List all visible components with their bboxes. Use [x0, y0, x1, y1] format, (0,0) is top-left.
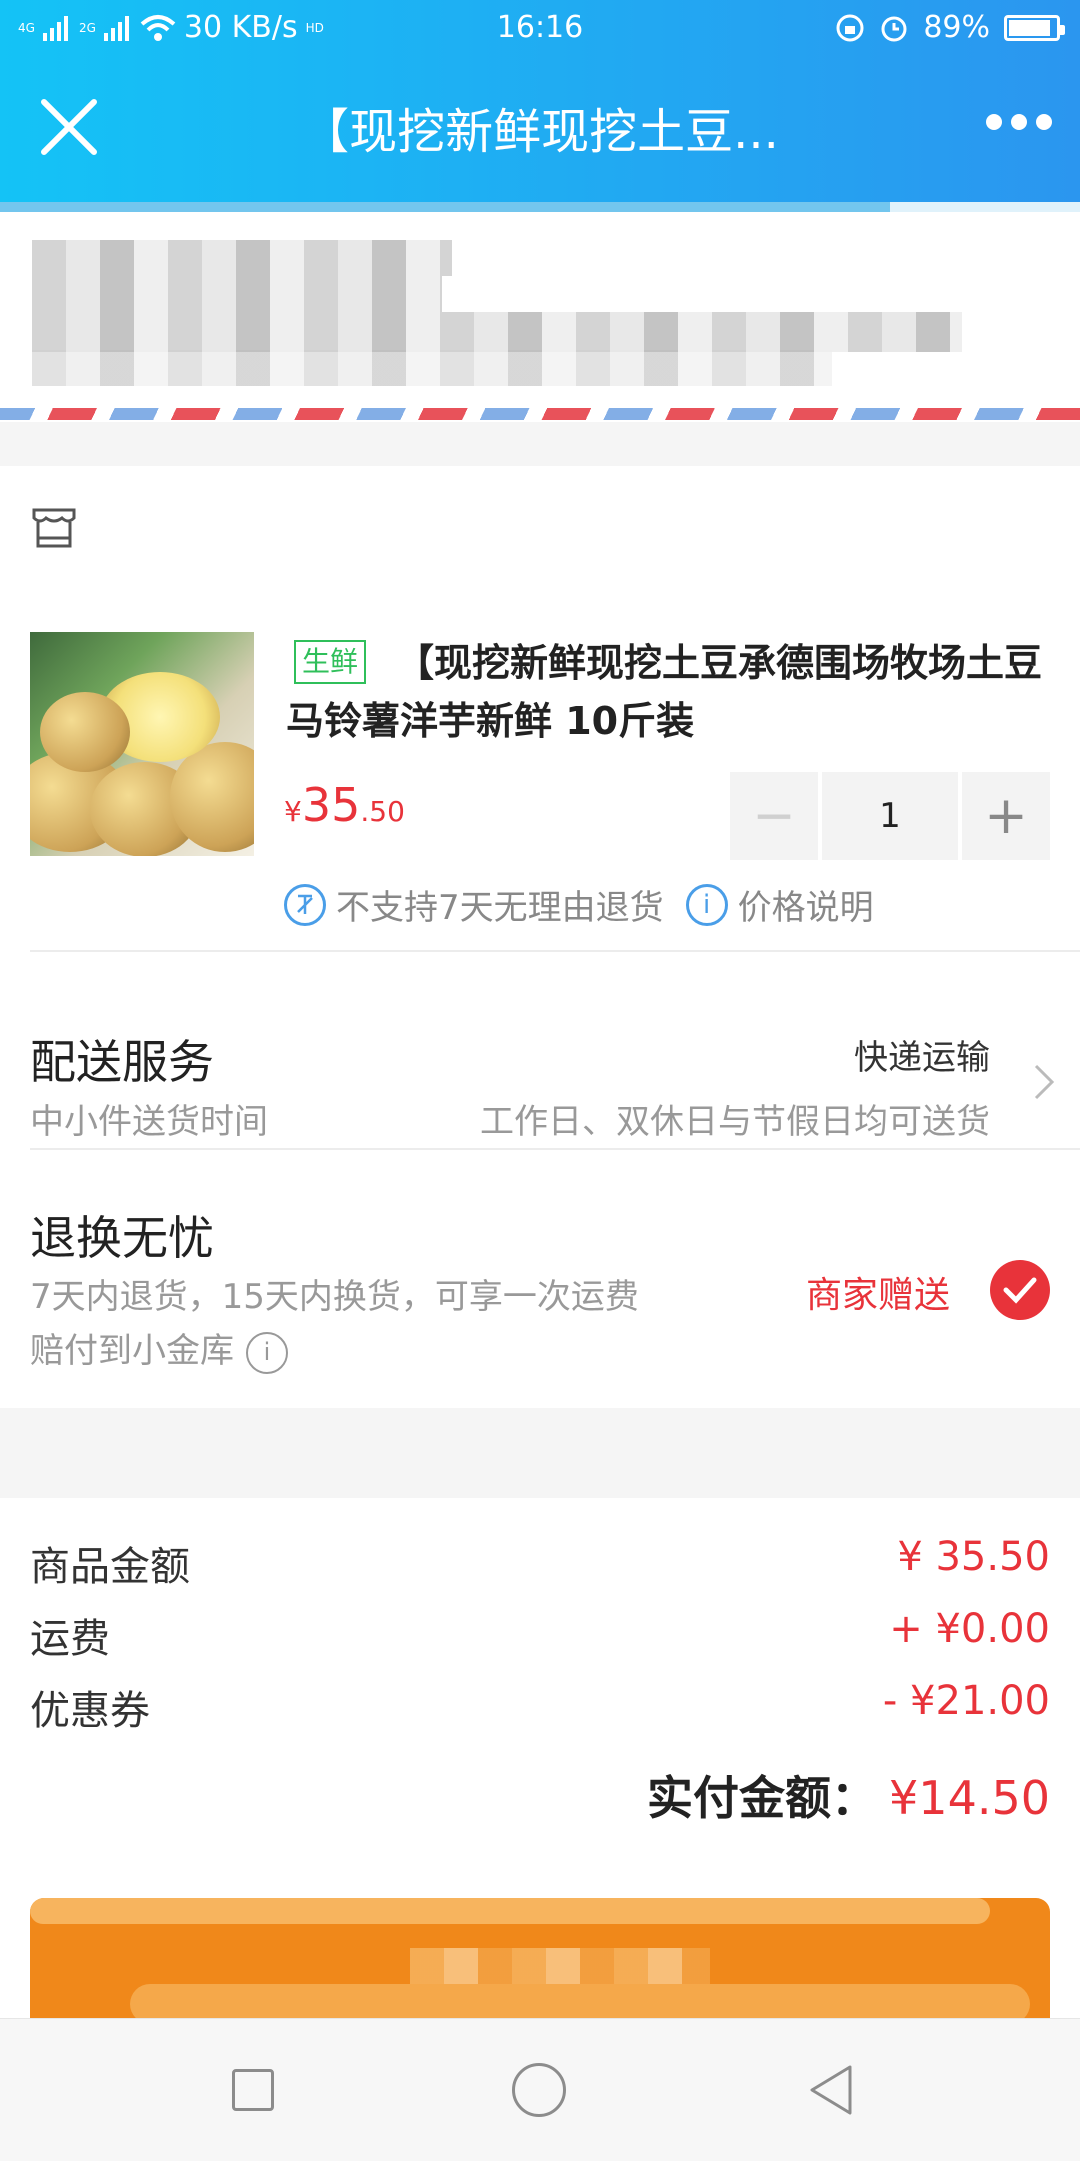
- status-right: 89%: [835, 10, 1065, 45]
- address-line2-redacted: [32, 350, 832, 386]
- app-header: 【现挖新鲜现挖土豆...: [0, 56, 1080, 206]
- info-icon[interactable]: i: [685, 883, 728, 926]
- total-value: ¥14.50: [889, 1771, 1050, 1825]
- divider: [30, 1148, 1080, 1150]
- address-line-redacted: [32, 312, 962, 352]
- product-section: 【现挖新鲜现挖土豆承德围场牧场土豆马铃薯洋芋新鲜 10斤装 生鲜 ¥35.50 …: [0, 588, 1080, 1408]
- delivery-time: 工作日、双休日与节假日均可送货: [480, 1102, 990, 1142]
- more-menu-icon[interactable]: [986, 114, 1052, 130]
- back-icon[interactable]: [806, 2063, 856, 2117]
- address-card[interactable]: [0, 212, 1080, 422]
- delivery-service-row[interactable]: 配送服务 中小件送货时间 快递运输 工作日、双休日与节假日均可送货: [30, 990, 1080, 1164]
- returns-label: 退换无忧: [30, 1211, 214, 1265]
- battery-fill: [1009, 19, 1050, 36]
- close-icon[interactable]: [38, 96, 100, 158]
- store-icon: [32, 508, 76, 548]
- delivery-sub-label: 中小件送货时间: [30, 1102, 268, 1142]
- battery-percent: 89%: [923, 10, 990, 45]
- divider: [30, 950, 1080, 952]
- summary-row-coupon: 优惠券 - ¥21.00: [30, 1678, 1050, 1734]
- price-decimal: .50: [360, 795, 405, 828]
- price-integer: 35: [301, 778, 361, 832]
- product-title[interactable]: 【现挖新鲜现挖土豆承德围场牧场土豆马铃薯洋芋新鲜 10斤装: [286, 634, 1046, 750]
- order-summary: 商品金额 ¥ 35.50 运费 + ¥0.00 优惠券 - ¥21.00 实付金…: [0, 1498, 1080, 2028]
- battery-icon: [1004, 14, 1065, 41]
- delivery-label: 配送服务: [30, 1035, 214, 1089]
- shop-row[interactable]: [0, 466, 1080, 589]
- lock-rotation-icon: [836, 14, 864, 41]
- summary-row-shipping: 运费 + ¥0.00: [30, 1606, 1050, 1662]
- summary-row-goods: 商品金额 ¥ 35.50: [30, 1534, 1050, 1590]
- envelope-border: [0, 408, 1080, 420]
- alarm-icon: [881, 16, 907, 41]
- checkmark-icon[interactable]: [990, 1260, 1050, 1320]
- load-progress-bar: [0, 202, 1080, 212]
- returns-row: 退换无忧 7天内退货，15天内换货，可享一次运费赔付到小金库 i 商家赠送: [30, 1166, 1080, 1406]
- product-price: ¥35.50: [284, 778, 405, 832]
- info-icon[interactable]: i: [246, 1331, 288, 1374]
- price-explanation-link[interactable]: 价格说明: [738, 880, 874, 929]
- quantity-value[interactable]: 1: [822, 772, 958, 860]
- fresh-tag: 生鲜: [294, 640, 367, 684]
- home-icon[interactable]: [512, 2063, 566, 2117]
- page-title: 【现挖新鲜现挖土豆...: [301, 104, 779, 160]
- delivery-method: 快递运输: [854, 1038, 990, 1078]
- merchant-gift-label: 商家赠送: [805, 1275, 950, 1316]
- total-payment: 实付金额： ¥14.50: [647, 1762, 1050, 1828]
- address-phone-redacted: [32, 276, 442, 312]
- pay-button[interactable]: [30, 1898, 1050, 2028]
- increase-button[interactable]: +: [962, 772, 1050, 860]
- address-name-redacted: [32, 240, 452, 276]
- status-bar: 4G 2G 30 KB/s HD 16:16 89%: [0, 0, 1080, 56]
- no-return-icon: [284, 883, 326, 926]
- decrease-button[interactable]: −: [730, 772, 818, 860]
- product-notes: 不支持7天无理由退货 i 价格说明: [284, 880, 874, 929]
- chevron-right-icon: [1034, 1064, 1055, 1100]
- quantity-stepper: − 1 +: [730, 772, 1050, 860]
- recent-apps-icon[interactable]: [232, 2069, 274, 2111]
- returns-description: 7天内退货，15天内换货，可享一次运费赔付到小金库 i: [30, 1270, 670, 1378]
- product-image[interactable]: [30, 632, 254, 856]
- no-return-note: 不支持7天无理由退货: [336, 888, 664, 928]
- system-navigation-bar: [0, 2018, 1080, 2161]
- total-label: 实付金额：: [647, 1771, 878, 1825]
